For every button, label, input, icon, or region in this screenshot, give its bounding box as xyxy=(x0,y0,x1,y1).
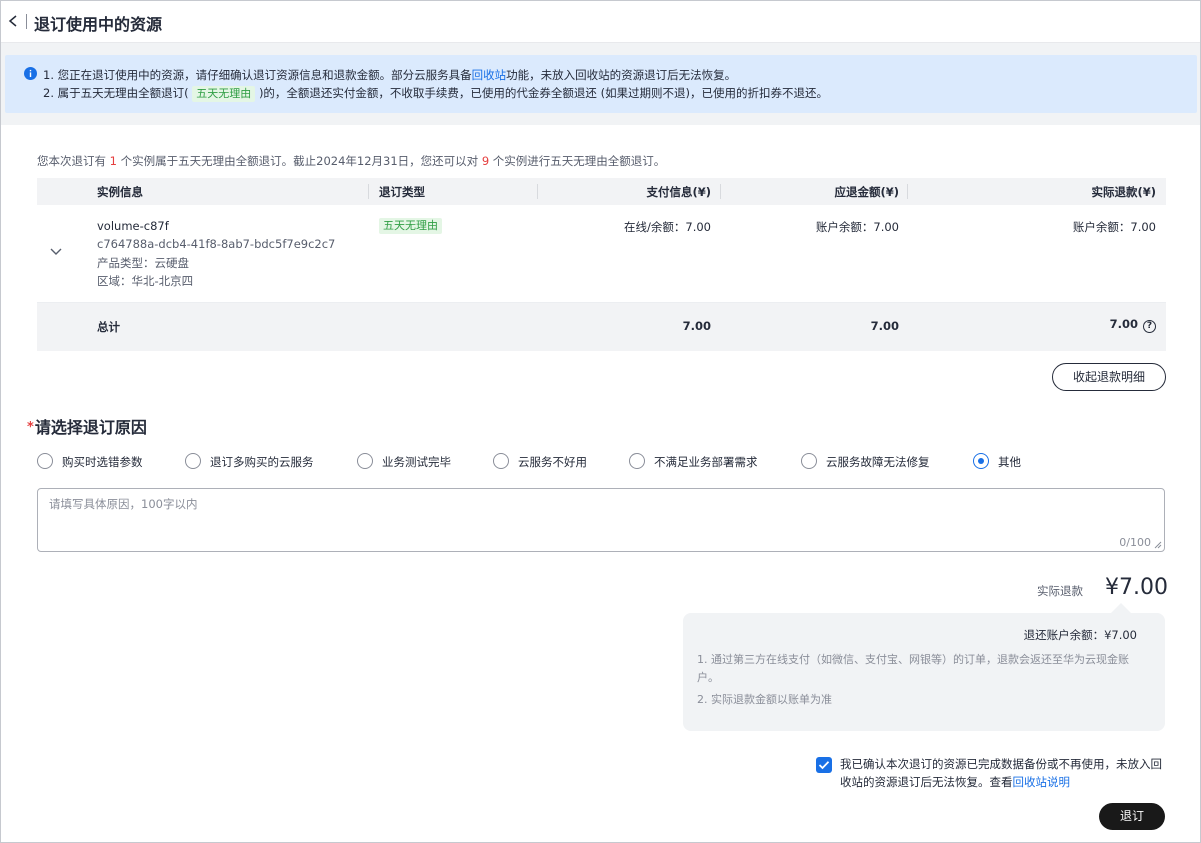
col-payment: 支付信息(¥) xyxy=(646,185,711,199)
actual-cell: 账户余额：7.00 xyxy=(1072,220,1156,234)
due-cell: 账户余额：7.00 xyxy=(815,220,899,234)
reason-option-label: 退订多购买的云服务 xyxy=(210,455,314,469)
refund-note-2: 2. 实际退款金额以账单为准 xyxy=(697,693,832,706)
col-divider xyxy=(368,184,369,199)
total-actual-cell: 7.00? xyxy=(1110,317,1156,333)
chevron-down-icon[interactable] xyxy=(49,245,63,259)
radio-circle-selected[interactable] xyxy=(973,453,989,469)
reason-textarea-box: 0/100 xyxy=(37,488,1165,552)
recycle-bin-link[interactable]: 回收站 xyxy=(472,68,507,82)
refund-note-1: 1. 通过第三方在线支付（如微信、支付宝、网银等）的订单，退款会返还至华为云现金… xyxy=(697,653,1129,684)
summary-text-1: 您本次退订有 xyxy=(37,154,110,168)
total-actual: 7.00 xyxy=(1109,317,1138,331)
required-mark: * xyxy=(27,420,34,435)
col-due: 应退金额(¥) xyxy=(834,185,899,199)
unsubscribe-button[interactable]: 退订 xyxy=(1099,803,1165,830)
total-payment: 7.00 xyxy=(682,319,711,333)
col-divider xyxy=(720,184,721,199)
reason-option-label: 业务测试完毕 xyxy=(382,455,451,469)
radio-circle[interactable] xyxy=(357,453,373,469)
confirm-text-body: 我已确认本次退订的资源已完成数据备份或不再使用，未放入回收站的资源退订后无法恢复… xyxy=(840,757,1162,789)
total-due: 7.00 xyxy=(870,319,899,333)
help-icon[interactable]: ? xyxy=(1143,320,1156,333)
refund-detail-box: 退还账户余额：¥7.00 1. 通过第三方在线支付（如微信、支付宝、网银等）的订… xyxy=(683,613,1165,731)
table-header: 实例信息 退订类型 支付信息(¥) 应退金额(¥) 实际退款(¥) xyxy=(37,178,1166,205)
notice-line-1-text: 1. 您正在退订使用中的资源，请仔细确认退订资源信息和退款金额。部分云服务具备 xyxy=(43,68,472,82)
reason-option-label: 购买时选错参数 xyxy=(62,455,143,469)
page: 退订使用中的资源 1. 您正在退订使用中的资源，请仔细确认退订资源信息和退款金额… xyxy=(0,0,1201,843)
notice-line-1: 1. 您正在退订使用中的资源，请仔细确认退订资源信息和退款金额。部分云服务具备回… xyxy=(43,67,736,83)
instance-id: c764788a-dcb4-41f8-8ab7-bdc5f7e9c2c7 xyxy=(97,237,336,251)
back-arrow-icon[interactable] xyxy=(5,10,23,32)
col-divider xyxy=(537,184,538,199)
reason-option-label: 云服务不好用 xyxy=(518,455,587,469)
five-day-tag: 五天无理由 xyxy=(379,218,442,234)
notice-line-1-suffix: 功能，未放入回收站的资源退订后无法恢复。 xyxy=(506,68,737,82)
col-type: 退订类型 xyxy=(379,185,425,199)
notice-line-2-text: 2. 属于五天无理由全额退订( xyxy=(43,86,189,100)
product-type: 产品类型：云硬盘 xyxy=(97,256,189,270)
summary-text-2: 个实例属于五天无理由全额退订。截止2024年12月31日，您还可以对 xyxy=(116,154,482,168)
reason-textarea[interactable] xyxy=(38,489,1164,551)
char-counter: 0/100 xyxy=(1119,536,1151,549)
reason-title-text: 请选择退订原因 xyxy=(34,418,147,437)
collapse-details-button[interactable]: 收起退款明细 xyxy=(1052,363,1166,391)
col-actual: 实际退款(¥) xyxy=(1091,185,1156,199)
refund-label: 实际退款 xyxy=(1037,584,1083,598)
resize-grip-icon[interactable] xyxy=(1154,541,1162,549)
refund-account-line: 退还账户余额：¥7.00 xyxy=(1023,628,1137,642)
instance-name: volume-c87f xyxy=(97,219,169,233)
info-icon xyxy=(24,67,37,80)
radio-circle[interactable] xyxy=(185,453,201,469)
notice-line-2: 2. 属于五天无理由全额退订( 五天无理由 )的，全额退还实付金额，不收取手续费… xyxy=(43,85,828,102)
reason-option-label: 云服务故障无法修复 xyxy=(826,455,930,469)
total-label: 总计 xyxy=(97,320,120,334)
region: 区域：华北-北京四 xyxy=(97,274,194,288)
recycle-bin-help-link[interactable]: 回收站说明 xyxy=(1013,775,1071,789)
notice-banner: 1. 您正在退订使用中的资源，请仔细确认退订资源信息和退款金额。部分云服务具备回… xyxy=(5,55,1197,113)
refund-amount: ¥7.00 xyxy=(1105,575,1168,600)
total-row: 总计 7.00 7.00 7.00? xyxy=(37,303,1166,351)
radio-circle[interactable] xyxy=(493,453,509,469)
main-card: 您本次退订有 1 个实例属于五天无理由全额退订。截止2024年12月31日，您还… xyxy=(5,125,1197,842)
col-instance: 实例信息 xyxy=(97,185,143,199)
summary-count-1: 1 xyxy=(109,154,117,168)
reason-option-label: 不满足业务部署需求 xyxy=(654,455,758,469)
payment-cell: 在线/余额：7.00 xyxy=(624,220,711,234)
page-title: 退订使用中的资源 xyxy=(34,15,163,34)
tooltip-caret xyxy=(1111,603,1131,613)
summary-text-3: 个实例进行五天无理由全额退订。 xyxy=(489,154,666,168)
confirm-checkbox[interactable] xyxy=(816,757,832,773)
refund-type-cell: 五天无理由 xyxy=(379,218,442,234)
five-day-tag: 五天无理由 xyxy=(192,86,256,102)
radio-circle[interactable] xyxy=(801,453,817,469)
radio-circle[interactable] xyxy=(37,453,53,469)
table-row: volume-c87f c764788a-dcb4-41f8-8ab7-bdc5… xyxy=(37,205,1166,303)
col-divider xyxy=(907,184,908,199)
title-divider xyxy=(26,14,27,29)
check-icon xyxy=(818,761,830,770)
header-bar: 退订使用中的资源 xyxy=(1,1,1200,43)
refund-summary: 您本次退订有 1 个实例属于五天无理由全额退订。截止2024年12月31日，您还… xyxy=(37,153,665,169)
reason-section-title: *请选择退订原因 xyxy=(27,414,147,438)
notice-line-2-suffix: )的，全额退还实付金额，不收取手续费，已使用的代金券全额退还 (如果过期则不退)… xyxy=(258,86,829,100)
reason-option-label: 其他 xyxy=(998,455,1021,469)
radio-circle[interactable] xyxy=(629,453,645,469)
confirm-text: 我已确认本次退订的资源已完成数据备份或不再使用，未放入回收站的资源退订后无法恢复… xyxy=(840,755,1170,791)
